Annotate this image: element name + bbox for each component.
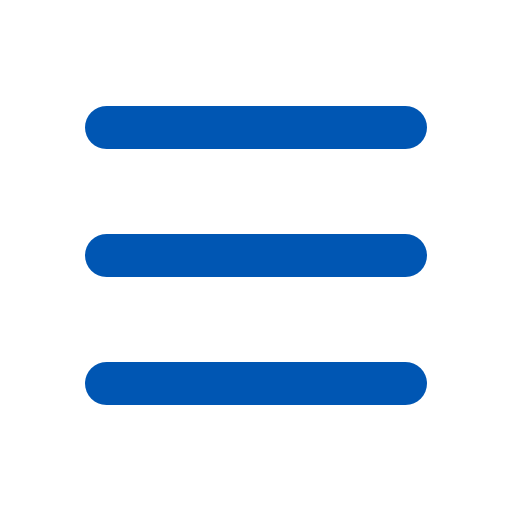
menu-bar-bottom (85, 362, 427, 405)
hamburger-menu-icon[interactable] (0, 0, 512, 512)
menu-bar-middle (85, 234, 427, 277)
menu-bar-top (85, 106, 427, 149)
